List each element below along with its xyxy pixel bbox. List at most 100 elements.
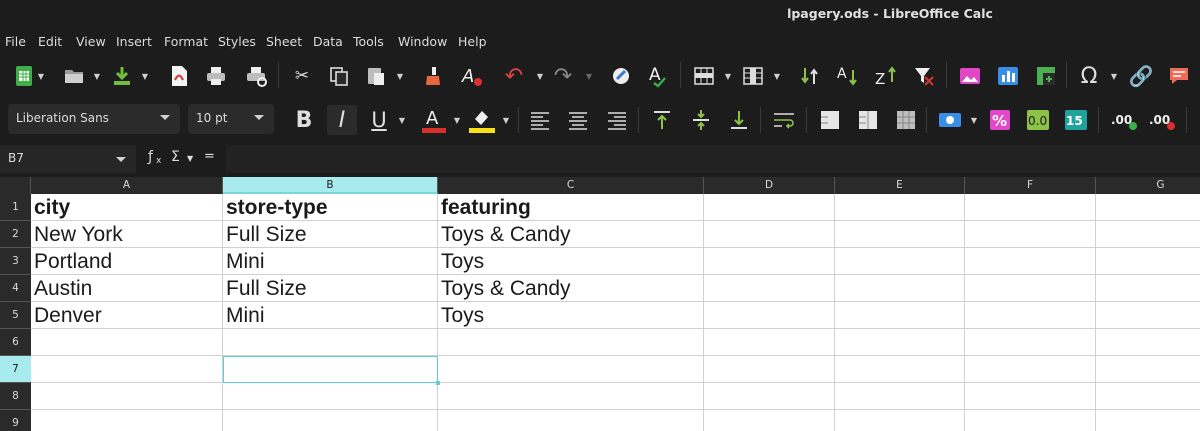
formula-icon[interactable]: = — [204, 149, 215, 164]
empty-cell[interactable] — [835, 410, 965, 431]
align-right-icon[interactable] — [605, 108, 629, 132]
cell-c4[interactable]: Toys & Candy — [438, 275, 704, 302]
column-header-g[interactable]: G — [1096, 177, 1200, 194]
column-header-b[interactable]: B — [223, 177, 438, 194]
undo-dropdown-icon[interactable]: ▼ — [536, 64, 544, 88]
paste-icon[interactable] — [364, 64, 388, 88]
row-dropdown-icon[interactable]: ▼ — [724, 64, 732, 88]
row-header-5[interactable]: 5 — [0, 302, 31, 329]
menu-window[interactable]: Window — [398, 34, 447, 49]
redo-dropdown-icon[interactable]: ▼ — [585, 64, 593, 88]
cell-b4[interactable]: Full Size — [223, 275, 438, 302]
empty-cell[interactable] — [31, 329, 223, 356]
unmerge-cells-icon[interactable] — [856, 108, 880, 132]
cell-b1[interactable]: store-type — [223, 194, 438, 221]
cell-a4[interactable]: Austin — [31, 275, 223, 302]
empty-cell[interactable] — [835, 329, 965, 356]
number-format-icon[interactable]: 0.0 — [1026, 108, 1050, 132]
font-color-dropdown-icon[interactable]: ▼ — [453, 108, 461, 132]
cell-c5[interactable]: Toys — [438, 302, 704, 329]
new-dropdown-icon[interactable]: ▼ — [37, 64, 45, 88]
pivot-table-icon[interactable] — [1034, 64, 1058, 88]
split-cells-icon[interactable] — [894, 108, 918, 132]
empty-cell[interactable] — [965, 221, 1096, 248]
currency-dropdown-icon[interactable]: ▼ — [970, 108, 978, 132]
row-header-8[interactable]: 8 — [0, 383, 31, 410]
empty-cell[interactable] — [438, 329, 704, 356]
undo-icon[interactable]: ↶ — [502, 64, 526, 89]
empty-cell[interactable] — [1096, 248, 1200, 275]
hyperlink-icon[interactable]: 🔗 — [1129, 64, 1154, 88]
delete-decimal-icon[interactable]: .00 — [1148, 108, 1176, 132]
empty-cell[interactable] — [438, 410, 704, 431]
merge-cells-icon[interactable] — [818, 108, 842, 132]
menu-file[interactable]: File — [5, 34, 26, 49]
empty-cell[interactable] — [1096, 410, 1200, 431]
cell-b2[interactable]: Full Size — [223, 221, 438, 248]
column-header-c[interactable]: C — [438, 177, 704, 194]
chevron-down-icon[interactable] — [116, 157, 126, 162]
date-format-icon[interactable]: 15 — [1064, 108, 1088, 132]
bold-icon[interactable]: B — [291, 107, 317, 133]
clear-formatting-icon[interactable]: A — [460, 64, 484, 88]
chevron-down-icon[interactable] — [254, 115, 264, 120]
spelling-icon[interactable]: A — [646, 64, 670, 88]
column-header-f[interactable]: F — [965, 177, 1096, 194]
column-icon[interactable] — [741, 64, 765, 88]
empty-cell[interactable] — [965, 383, 1096, 410]
print-icon[interactable] — [204, 64, 228, 88]
sum-dropdown-icon[interactable]: ▼ — [187, 154, 193, 163]
align-bottom-icon[interactable] — [727, 108, 751, 132]
empty-cell[interactable] — [704, 194, 835, 221]
add-decimal-icon[interactable]: .00 — [1110, 108, 1138, 132]
column-header-a[interactable]: A — [31, 177, 223, 194]
comment-icon[interactable] — [1167, 64, 1191, 88]
insert-chart-icon[interactable] — [996, 64, 1020, 88]
copy-icon[interactable] — [327, 64, 351, 88]
sort-descending-icon[interactable]: Z — [874, 64, 898, 88]
empty-cell[interactable] — [965, 275, 1096, 302]
empty-cell[interactable] — [835, 356, 965, 383]
menu-format[interactable]: Format — [164, 34, 208, 49]
empty-cell[interactable] — [223, 383, 438, 410]
empty-cell[interactable] — [31, 383, 223, 410]
empty-cell[interactable] — [1096, 356, 1200, 383]
menu-styles[interactable]: Styles — [218, 34, 256, 49]
menu-edit[interactable]: Edit — [38, 34, 62, 49]
highlight-icon[interactable] — [467, 105, 497, 135]
cell-b3[interactable]: Mini — [223, 248, 438, 275]
empty-cell[interactable] — [965, 248, 1096, 275]
empty-cell[interactable] — [835, 194, 965, 221]
column-dropdown-icon[interactable]: ▼ — [773, 64, 781, 88]
cell-a1[interactable]: city — [31, 194, 223, 221]
empty-cell[interactable] — [31, 410, 223, 431]
underline-icon[interactable]: U — [366, 107, 392, 133]
cell-a2[interactable]: New York — [31, 221, 223, 248]
insert-image-icon[interactable] — [958, 64, 982, 88]
empty-cell[interactable] — [965, 356, 1096, 383]
cut-icon[interactable]: ✂ — [290, 64, 314, 88]
align-top-icon[interactable] — [650, 108, 674, 132]
empty-cell[interactable] — [223, 410, 438, 431]
empty-cell[interactable] — [835, 383, 965, 410]
empty-cell[interactable] — [223, 356, 438, 383]
underline-dropdown-icon[interactable]: ▼ — [398, 108, 406, 132]
empty-cell[interactable] — [835, 248, 965, 275]
name-box[interactable]: B7 — [0, 145, 136, 173]
clone-formatting-icon[interactable] — [421, 64, 445, 88]
empty-cell[interactable] — [438, 383, 704, 410]
empty-cell[interactable] — [704, 248, 835, 275]
empty-cell[interactable] — [835, 275, 965, 302]
empty-cell[interactable] — [1096, 275, 1200, 302]
empty-cell[interactable] — [835, 221, 965, 248]
redo-icon[interactable]: ↷ — [551, 64, 575, 89]
special-character-icon[interactable]: Ω — [1077, 64, 1101, 89]
menu-tools[interactable]: Tools — [353, 34, 384, 49]
empty-cell[interactable] — [438, 356, 704, 383]
menu-help[interactable]: Help — [458, 34, 487, 49]
row-icon[interactable] — [692, 64, 716, 88]
export-pdf-icon[interactable] — [167, 64, 191, 88]
empty-cell[interactable] — [704, 302, 835, 329]
row-header-7[interactable]: 7 — [0, 356, 31, 383]
empty-cell[interactable] — [1096, 383, 1200, 410]
